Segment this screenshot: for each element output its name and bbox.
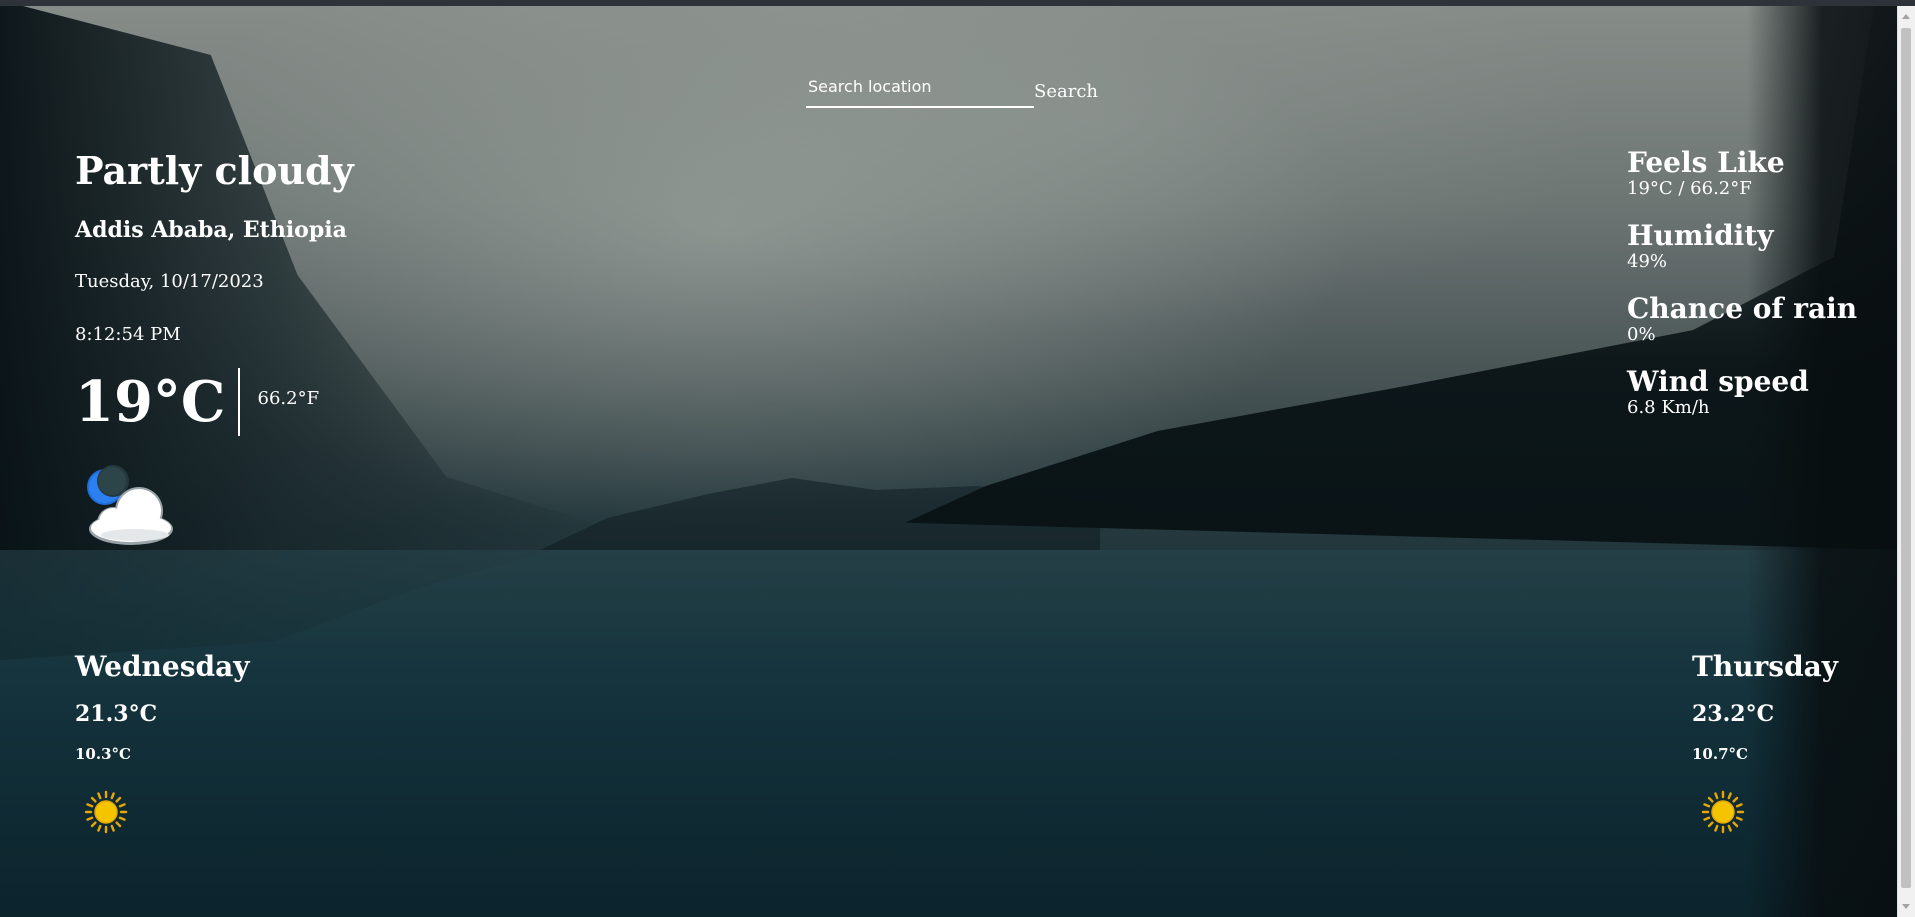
- forecast-day-name: Wednesday: [75, 650, 250, 683]
- sun-icon: [75, 788, 135, 836]
- forecast-max-temp: 23.2°C: [1692, 701, 1775, 727]
- sun-icon: [1692, 788, 1752, 836]
- forecast-min-temp: 10.3°C: [75, 745, 131, 763]
- forecast-max-temp: 21.3°C: [75, 701, 158, 727]
- background-lake: [0, 550, 1915, 917]
- detail-feels-like: Feels Like 19°C / 66.2°F: [1627, 148, 1857, 200]
- temperature-celsius: 19°C: [75, 369, 226, 435]
- detail-value: 0%: [1627, 324, 1656, 345]
- search-bar: Search: [806, 70, 1098, 108]
- forecast-day-name: Thursday: [1692, 650, 1839, 683]
- detail-value: 19°C / 66.2°F: [1627, 178, 1752, 199]
- current-time: 8:12:54 PM: [75, 324, 181, 345]
- search-input[interactable]: [806, 70, 1034, 108]
- detail-title: Wind speed: [1627, 365, 1809, 398]
- weather-condition: Partly cloudy: [75, 148, 354, 193]
- scrollbar-thumb[interactable]: [1901, 28, 1911, 888]
- detail-title: Humidity: [1627, 219, 1774, 252]
- weather-app: Search Partly cloudy Addis Ababa, Ethiop…: [0, 0, 1915, 917]
- detail-value: 49%: [1627, 251, 1668, 272]
- current-date: Tuesday, 10/17/2023: [75, 271, 264, 292]
- detail-wind-speed: Wind speed 6.8 Km/h: [1627, 367, 1857, 419]
- scroll-up-arrow-icon[interactable]: [1902, 14, 1910, 19]
- scroll-down-arrow-icon[interactable]: [1902, 904, 1910, 909]
- current-weather: Partly cloudy Addis Ababa, Ethiopia Tues…: [75, 148, 354, 555]
- forecast-day-2: Thursday 23.2°C 10.7°C: [1692, 650, 1838, 836]
- weather-details: Feels Like 19°C / 66.2°F Humidity 49% Ch…: [1627, 148, 1857, 440]
- night-partly-cloudy-icon: [75, 465, 185, 555]
- browser-top-edge: [0, 0, 1915, 6]
- detail-humidity: Humidity 49%: [1627, 221, 1857, 273]
- detail-title: Feels Like: [1627, 146, 1785, 179]
- page-scrollbar[interactable]: [1897, 6, 1915, 917]
- search-button[interactable]: Search: [1034, 81, 1098, 108]
- temperature-divider: [237, 368, 240, 436]
- detail-value: 6.8 Km/h: [1627, 397, 1710, 418]
- location-name: Addis Ababa, Ethiopia: [75, 217, 347, 243]
- forecast-day-1: Wednesday 21.3°C 10.3°C: [75, 650, 249, 836]
- detail-chance-of-rain: Chance of rain 0%: [1627, 294, 1857, 346]
- temperature-row: 19°C 66.2°F: [75, 367, 354, 437]
- temperature-fahrenheit: 66.2°F: [257, 388, 320, 409]
- forecast-min-temp: 10.7°C: [1692, 745, 1748, 763]
- detail-title: Chance of rain: [1627, 292, 1858, 325]
